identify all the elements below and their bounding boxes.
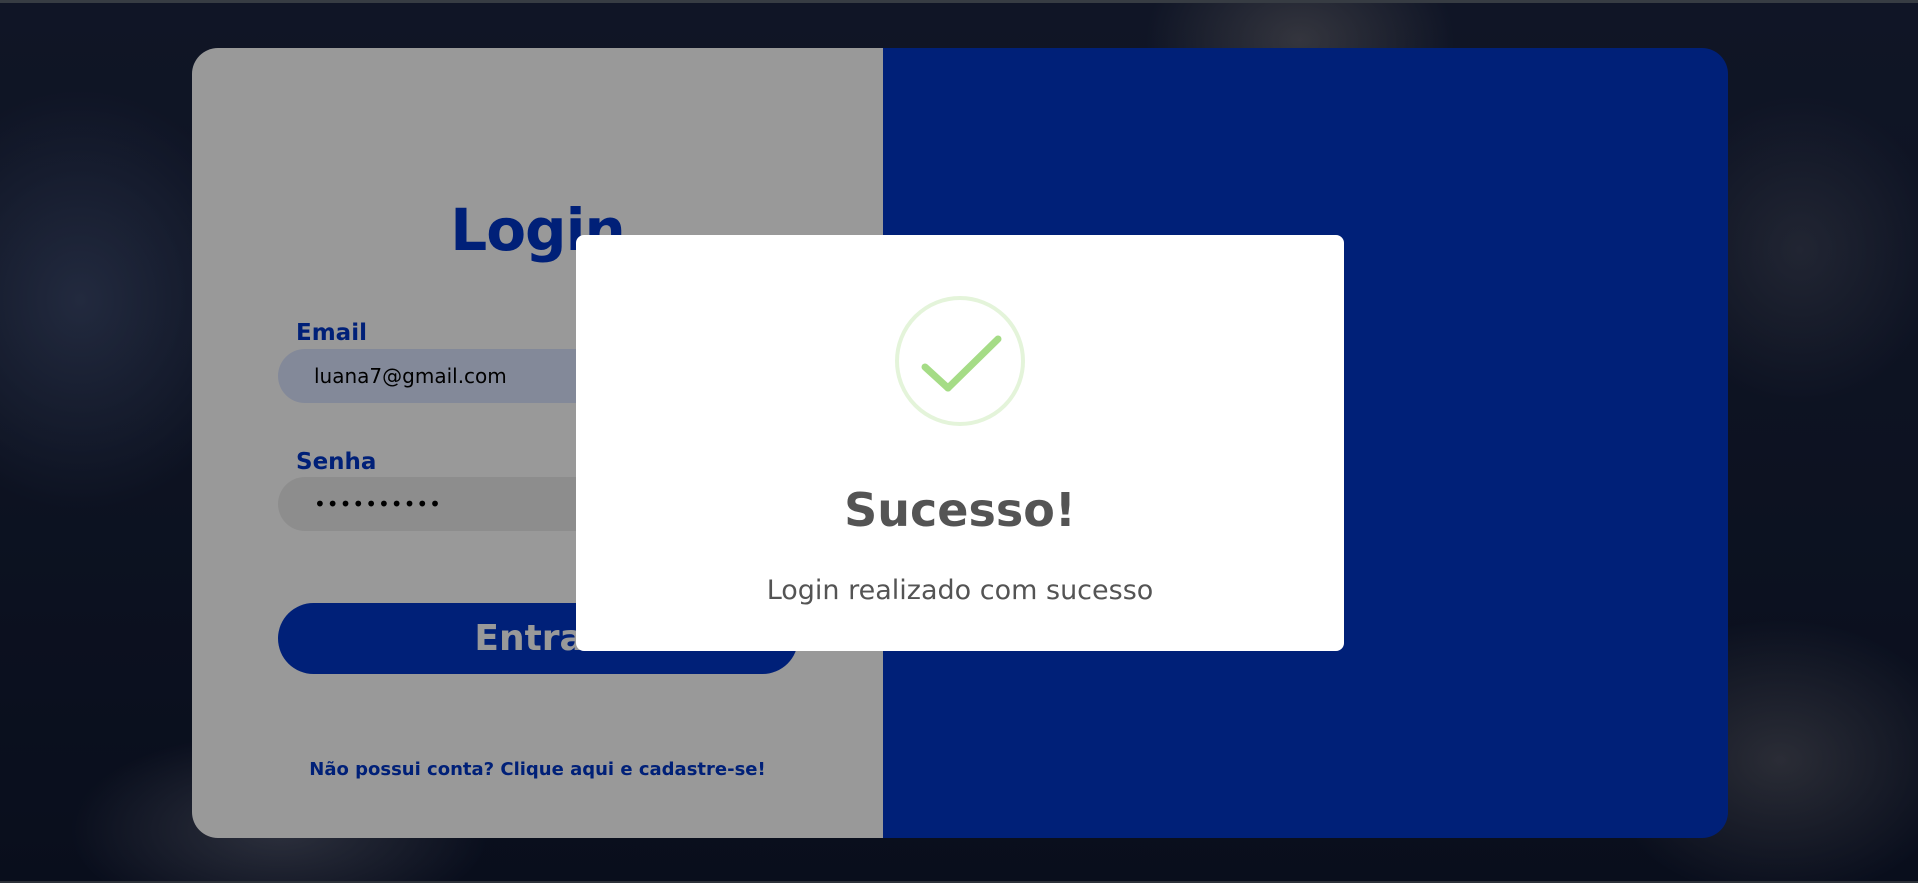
page: Login Email Senha Entrar Não possui cont…: [0, 0, 1918, 883]
success-dialog: Sucesso! Login realizado com sucesso: [576, 235, 1344, 651]
dialog-message: Login realizado com sucesso: [766, 575, 1154, 606]
success-check-icon: [895, 296, 1025, 426]
dialog-title: Sucesso!: [844, 483, 1076, 537]
